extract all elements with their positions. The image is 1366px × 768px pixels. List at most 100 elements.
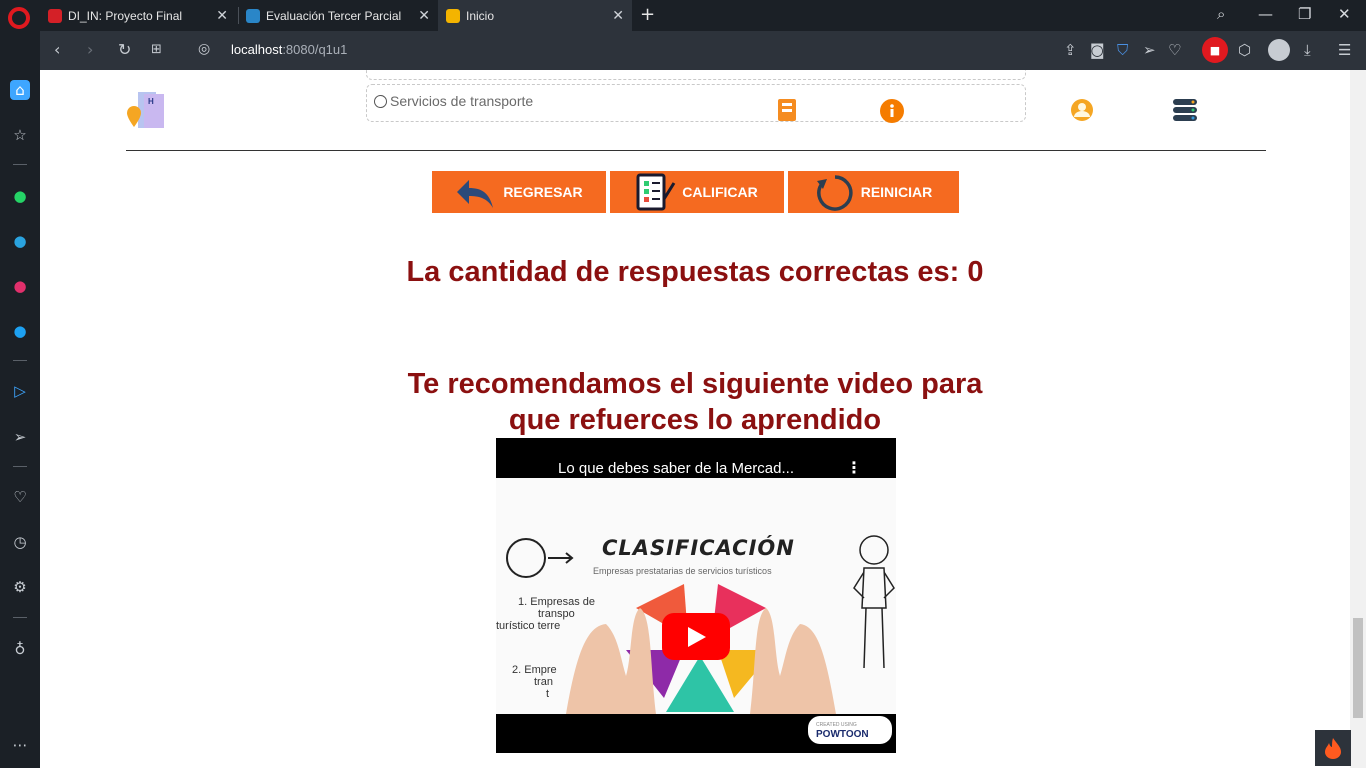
shield-icon[interactable]: ⛉	[1117, 41, 1128, 59]
camera-icon[interactable]: ◙	[1090, 41, 1105, 59]
scrollbar-thumb[interactable]	[1353, 618, 1363, 718]
tab-favicon-icon	[246, 8, 260, 23]
character-illustration	[853, 535, 895, 669]
close-icon[interactable]: ✕	[216, 7, 228, 24]
circle-arrow-icon	[506, 538, 574, 578]
opera-logo-icon[interactable]	[8, 7, 30, 29]
profile-avatar-icon[interactable]	[1268, 39, 1290, 61]
send-icon[interactable]: ➢	[1143, 41, 1156, 59]
page-scrollbar[interactable]	[1350, 70, 1366, 768]
back-icon[interactable]: ‹	[54, 40, 60, 59]
heart-icon[interactable]: ♡	[1168, 41, 1181, 59]
instagram-icon[interactable]: ●	[10, 276, 30, 296]
minimize-button[interactable]: —	[1258, 5, 1273, 23]
fire-icon[interactable]	[1315, 730, 1351, 766]
sidebar-divider	[13, 617, 27, 618]
sidebar-divider	[13, 360, 27, 361]
hotel-map-icon: H	[127, 92, 164, 128]
svg-text:H: H	[148, 97, 154, 106]
recommendation-heading: Te recomendamos el siguiente video para …	[40, 366, 1350, 438]
browser-sidebar: ⌂ ☆ ● ● ● ● ▷ ➢ ♡ ◷ ⚙ ♁ ⋯	[0, 31, 40, 768]
whatsapp-icon[interactable]: ●	[10, 186, 30, 206]
tab-title: Evaluación Tercer Parcial	[266, 8, 402, 23]
powtoon-badge: CREATED USING POWTOON	[808, 716, 892, 744]
sidebar-divider	[13, 466, 27, 467]
video-thumbnail: CLASIFICACIÓN Empresas prestatarias de s…	[496, 478, 896, 744]
close-icon[interactable]: ✕	[418, 7, 430, 24]
url-field[interactable]: localhost:8080/q1u1	[231, 42, 347, 57]
back-button-label: REGRESAR	[503, 184, 583, 200]
tab-title: DI_IN: Proyecto Final	[68, 8, 183, 23]
share-icon[interactable]: ⇪	[1064, 41, 1077, 59]
close-icon[interactable]: ✕	[612, 7, 624, 24]
tab-proyecto-final[interactable]: DI_IN: Proyecto Final ✕	[40, 0, 236, 31]
download-icon[interactable]: ⤓	[1304, 41, 1311, 59]
tab-favicon-icon	[446, 8, 460, 23]
reload-icon[interactable]: ↻	[118, 40, 131, 59]
server-icon	[1173, 99, 1197, 121]
refresh-icon	[816, 175, 853, 211]
grade-button-label: CALIFICAR	[682, 184, 758, 200]
search-tabs-icon[interactable]: ⌕	[1217, 5, 1225, 23]
settings-gear-icon[interactable]: ⚙	[10, 577, 30, 597]
building-icon	[778, 99, 796, 121]
user-icon	[1071, 99, 1093, 121]
play-triangle-icon	[688, 626, 706, 647]
recommendation-line-1: Te recomendamos el siguiente video para	[407, 368, 983, 400]
back-button[interactable]: REGRESAR	[432, 171, 606, 213]
send-icon[interactable]: ➢	[10, 427, 30, 447]
recommendation-line-2: que refuerces lo aprendido	[508, 404, 882, 436]
browser-tab-bar: DI_IN: Proyecto Final ✕ Evaluación Terce…	[0, 0, 1366, 31]
tab-title: Inicio	[466, 8, 495, 23]
youtube-video-embed[interactable]: CLASIFICACIÓN Empresas prestatarias de s…	[496, 438, 896, 753]
powtoon-badge-label: POWTOON	[816, 729, 869, 740]
page-content: Servicios de transporte H REGRESAR CALIF…	[40, 70, 1366, 768]
flame-icon	[1325, 738, 1341, 759]
url-host: localhost	[231, 42, 283, 57]
restore-button[interactable]: ❐	[1298, 5, 1311, 23]
radio-transport[interactable]	[374, 95, 387, 108]
url-path: :8080/q1u1	[282, 42, 348, 57]
close-window-button[interactable]: ✕	[1338, 5, 1351, 23]
restart-button[interactable]: REINICIAR	[788, 171, 959, 213]
lightbulb-icon[interactable]: ♁	[10, 639, 30, 659]
video-title[interactable]: Lo que debes saber de la Mercad...	[558, 460, 794, 477]
video-subheading: Empresas prestatarias de servicios turís…	[593, 566, 772, 576]
checklist-icon	[636, 173, 676, 211]
correct-answers-heading: La cantidad de respuestas correctas es: …	[406, 256, 984, 288]
tab-evaluacion[interactable]: Evaluación Tercer Parcial ✕	[238, 0, 438, 31]
video-more-icon[interactable]: ⋮	[846, 458, 862, 477]
undo-arrow-icon	[457, 180, 494, 208]
new-tab-button[interactable]: +	[640, 4, 655, 25]
more-icon[interactable]: ⋯	[10, 735, 30, 755]
info-icon	[880, 99, 904, 123]
tabs-grid-icon[interactable]: ⊞	[151, 42, 162, 57]
powtoon-badge-small: CREATED USING	[816, 722, 857, 728]
globe-icon: ◎	[198, 41, 211, 57]
section-divider	[126, 150, 1266, 151]
home-icon[interactable]: ⌂	[10, 80, 30, 100]
forward-icon[interactable]: ›	[87, 40, 93, 59]
easy-setup-icon[interactable]: ☰	[1338, 41, 1351, 59]
address-bar: ‹ › ↻ ⊞ ◎ localhost:8080/q1u1 ⇪ ◙ ⛉ ➢ ♡ …	[40, 31, 1366, 70]
history-icon[interactable]: ◷	[10, 532, 30, 552]
tab-favicon-icon	[48, 8, 62, 23]
sidebar-divider	[13, 164, 27, 165]
twitter-icon[interactable]: ●	[10, 321, 30, 341]
option-box	[366, 70, 1026, 80]
video-list-text: tran	[534, 676, 553, 688]
play-button-icon[interactable]	[662, 613, 730, 660]
tab-inicio[interactable]: Inicio ✕	[438, 0, 632, 31]
extension-icon[interactable]: ■	[1202, 37, 1228, 63]
video-list-text: t	[546, 688, 550, 700]
restart-button-label: REINICIAR	[860, 184, 933, 200]
bookmark-star-icon[interactable]: ☆	[10, 125, 30, 145]
cube-icon[interactable]: ⬡	[1238, 41, 1251, 59]
video-list-text: 2. Empre	[512, 664, 557, 676]
heart-icon[interactable]: ♡	[10, 487, 30, 507]
video-list-item-2: 2. Empre tran t	[512, 664, 557, 700]
telegram-icon[interactable]: ●	[10, 231, 30, 251]
player-icon[interactable]: ▷	[10, 381, 30, 401]
grade-button[interactable]: CALIFICAR	[610, 171, 784, 213]
video-heading: CLASIFICACIÓN	[602, 536, 795, 560]
